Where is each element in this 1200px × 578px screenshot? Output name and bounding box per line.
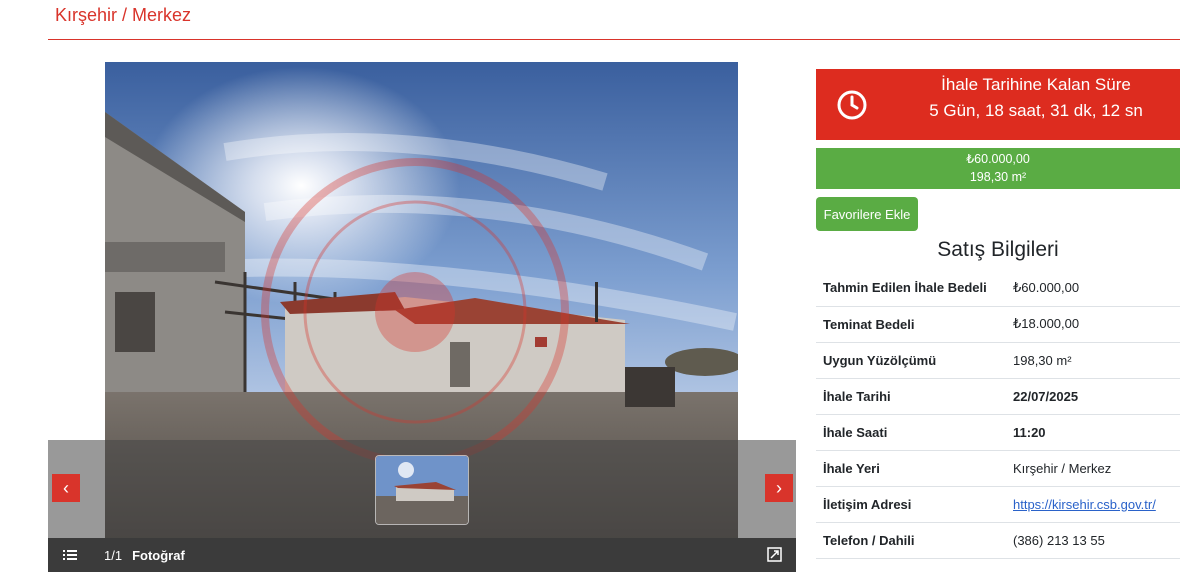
- row-label: Uygun Yüzölçümü: [816, 342, 1006, 379]
- row-label: İhale Yeri: [816, 450, 1006, 487]
- sales-info-table: Tahmin Edilen İhale Bedeli ₺60.000,00 Te…: [816, 270, 1180, 559]
- row-label: İhale Tarihi: [816, 378, 1006, 415]
- page-title: Kırşehir / Merkez: [55, 5, 192, 25]
- countdown-title: İhale Tarihine Kalan Süre: [941, 75, 1131, 94]
- add-to-favorites-button[interactable]: Favorilere Ekle: [816, 197, 918, 231]
- row-value: 22/07/2025: [1006, 378, 1180, 415]
- previous-photo-button[interactable]: ‹: [52, 474, 80, 502]
- sales-info-title: Satış Bilgileri: [937, 238, 1059, 261]
- clock-icon: [836, 89, 868, 126]
- row-label: İhale Saati: [816, 414, 1006, 451]
- page: Kırşehir / Merkez ‹ › 1/1 Fotoğraf İhale…: [0, 0, 1200, 578]
- header-divider: [48, 39, 1180, 40]
- row-label: Telefon / Dahili: [816, 522, 1006, 559]
- row-value: ₺60.000,00: [1006, 270, 1180, 307]
- price-summary: ₺60.000,00 198,30 m²: [816, 148, 1180, 189]
- row-value: 11:20: [1006, 414, 1180, 451]
- table-row: İhale Tarihi 22/07/2025: [816, 378, 1180, 415]
- row-label: Teminat Bedeli: [816, 306, 1006, 343]
- table-row: Tahmin Edilen İhale Bedeli ₺60.000,00: [816, 270, 1180, 307]
- table-row: Teminat Bedeli ₺18.000,00: [816, 306, 1180, 343]
- row-value: Kırşehir / Merkez: [1006, 450, 1180, 487]
- gallery-toolbar: 1/1 Fotoğraf: [48, 538, 796, 572]
- row-value: (386) 213 13 55: [1006, 522, 1180, 559]
- photo-counter: 1/1: [104, 547, 123, 563]
- expand-icon[interactable]: [767, 547, 782, 565]
- table-row: Telefon / Dahili (386) 213 13 55: [816, 522, 1180, 559]
- table-row: İhale Yeri Kırşehir / Merkez: [816, 450, 1180, 487]
- contact-address-link[interactable]: https://kirsehir.csb.gov.tr/: [1013, 497, 1156, 512]
- price-amount: ₺60.000,00: [966, 152, 1030, 166]
- next-photo-button[interactable]: ›: [765, 474, 793, 502]
- price-area: 198,30 m²: [969, 170, 1027, 184]
- countdown-value: 5 Gün, 18 saat, 31 dk, 12 sn: [929, 101, 1143, 120]
- table-row: Uygun Yüzölçümü 198,30 m²: [816, 342, 1180, 379]
- row-label: Tahmin Edilen İhale Bedeli: [816, 270, 1006, 307]
- row-value: ₺18.000,00: [1006, 306, 1180, 343]
- row-label: İletişim Adresi: [816, 486, 1006, 523]
- photo-thumbnail[interactable]: [375, 455, 469, 525]
- row-value: 198,30 m²: [1006, 342, 1180, 379]
- list-icon[interactable]: [50, 549, 90, 561]
- row-value: https://kirsehir.csb.gov.tr/: [1006, 486, 1180, 523]
- photo-label: Fotoğraf: [132, 547, 185, 563]
- auction-countdown: İhale Tarihine Kalan Süre 5 Gün, 18 saat…: [816, 69, 1180, 140]
- photo-gallery: ‹ › 1/1 Fotoğraf: [48, 62, 796, 572]
- table-row: İletişim Adresi https://kirsehir.csb.gov…: [816, 486, 1180, 523]
- table-row: İhale Saati 11:20: [816, 414, 1180, 451]
